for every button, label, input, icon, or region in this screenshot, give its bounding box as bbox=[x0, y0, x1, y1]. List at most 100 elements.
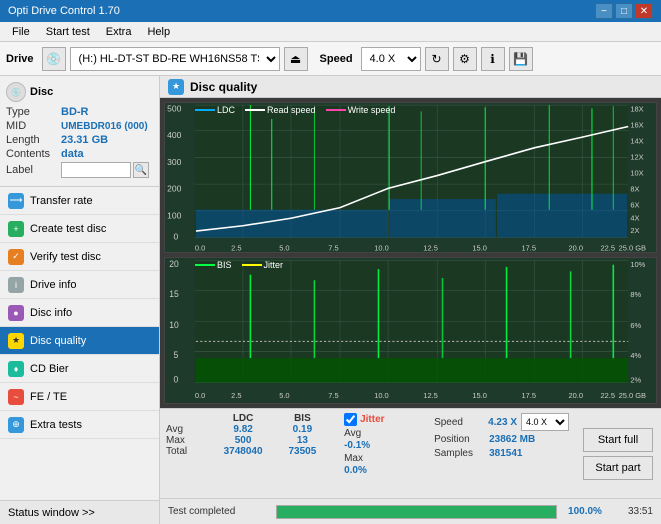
svg-text:17.5: 17.5 bbox=[522, 243, 537, 252]
toolbar: Drive 💿 (H:) HL-DT-ST BD-RE WH16NS58 TST… bbox=[0, 42, 661, 76]
progress-area: Test completed 100.0% 33:51 bbox=[160, 498, 661, 524]
sidebar-item-create-test-disc[interactable]: + Create test disc bbox=[0, 215, 159, 243]
svg-text:25.0 GB: 25.0 GB bbox=[619, 243, 646, 252]
drive-info-icon: i bbox=[8, 277, 24, 293]
jitter-color bbox=[242, 264, 262, 266]
extra-tests-icon: ⊕ bbox=[8, 417, 24, 433]
svg-text:15: 15 bbox=[169, 289, 179, 299]
start-part-button[interactable]: Start part bbox=[583, 456, 653, 480]
chart2-container: BIS Jitter bbox=[164, 257, 657, 404]
menu-extra[interactable]: Extra bbox=[98, 24, 140, 40]
total-row: Total 3748040 73505 bbox=[166, 446, 332, 457]
sidebar-item-extra-tests[interactable]: ⊕ Extra tests bbox=[0, 411, 159, 439]
drive-icon: 💿 bbox=[42, 47, 66, 71]
left-panel: 💿 Disc Type BD-R MID UMEBDR016 (000) Len… bbox=[0, 76, 160, 524]
disc-contents-value: data bbox=[61, 148, 84, 160]
start-full-button[interactable]: Start full bbox=[583, 428, 653, 452]
maximize-button[interactable]: □ bbox=[615, 3, 633, 19]
disc-length-value: 23.31 GB bbox=[61, 134, 108, 146]
disc-label-input[interactable] bbox=[61, 162, 131, 178]
disc-contents-label: Contents bbox=[6, 148, 61, 160]
jitter-max-value: 0.0% bbox=[344, 465, 422, 476]
main-layout: 💿 Disc Type BD-R MID UMEBDR016 (000) Len… bbox=[0, 76, 661, 524]
sidebar-item-verify-test-disc[interactable]: ✓ Verify test disc bbox=[0, 243, 159, 271]
speed-select-stat[interactable]: 4.0 X bbox=[521, 413, 569, 431]
disc-section: 💿 Disc Type BD-R MID UMEBDR016 (000) Len… bbox=[0, 76, 159, 187]
status-text: Test completed bbox=[168, 506, 268, 517]
speed-select[interactable]: 1.0 X2.0 X4.0 X8.0 XMax bbox=[361, 47, 421, 71]
total-ldc: 3748040 bbox=[213, 446, 272, 457]
minimize-button[interactable]: − bbox=[595, 3, 613, 19]
speed-row: Speed 4.23 X 4.0 X bbox=[434, 413, 569, 431]
svg-text:15.0: 15.0 bbox=[472, 391, 487, 400]
position-value: 23862 MB bbox=[489, 434, 535, 445]
chart2-legend: BIS Jitter bbox=[195, 260, 283, 270]
disc-length-row: Length 23.31 GB bbox=[6, 134, 153, 146]
menu-start-test[interactable]: Start test bbox=[38, 24, 98, 40]
svg-text:12X: 12X bbox=[630, 153, 643, 162]
jitter-avg-label: Avg bbox=[344, 428, 422, 439]
stats-table: LDC BIS Avg 9.82 0.19 Max bbox=[160, 409, 338, 498]
progress-bar-container bbox=[276, 505, 557, 519]
svg-text:6X: 6X bbox=[630, 201, 639, 210]
sidebar-item-drive-info[interactable]: i Drive info bbox=[0, 271, 159, 299]
svg-text:12.5: 12.5 bbox=[423, 391, 438, 400]
disc-contents-row: Contents data bbox=[6, 148, 153, 160]
total-label: Total bbox=[166, 446, 213, 457]
disc-quality-label: Disc quality bbox=[30, 335, 86, 347]
write-speed-color bbox=[326, 109, 346, 111]
samples-row: Samples 381541 bbox=[434, 448, 569, 459]
close-button[interactable]: ✕ bbox=[635, 3, 653, 19]
quality-header: ★ Disc quality bbox=[160, 76, 661, 98]
disc-type-value: BD-R bbox=[61, 106, 89, 118]
svg-text:6%: 6% bbox=[630, 321, 641, 330]
jitter-label-legend: Jitter bbox=[264, 260, 284, 270]
sidebar-item-disc-quality[interactable]: ★ Disc quality bbox=[0, 327, 159, 355]
settings-button[interactable]: ⚙ bbox=[453, 47, 477, 71]
bis-header: BIS bbox=[273, 413, 332, 424]
sidebar-item-disc-info[interactable]: ● Disc info bbox=[0, 299, 159, 327]
svg-text:100: 100 bbox=[167, 210, 181, 220]
bis-label: BIS bbox=[217, 260, 232, 270]
disc-label-button[interactable]: 🔍 bbox=[133, 162, 149, 178]
max-ldc: 500 bbox=[213, 435, 272, 446]
svg-text:12.5: 12.5 bbox=[423, 243, 438, 252]
menu-file[interactable]: File bbox=[4, 24, 38, 40]
svg-text:0: 0 bbox=[174, 232, 179, 242]
sidebar-item-cd-bier[interactable]: ♦ CD Bier bbox=[0, 355, 159, 383]
svg-text:5.0: 5.0 bbox=[279, 243, 289, 252]
sidebar-item-transfer-rate[interactable]: ⟶ Transfer rate bbox=[0, 187, 159, 215]
svg-text:20.0: 20.0 bbox=[568, 391, 583, 400]
status-window-button[interactable]: Status window >> bbox=[0, 500, 159, 524]
jitter-max-label: Max bbox=[344, 453, 422, 464]
fe-te-label: FE / TE bbox=[30, 391, 67, 403]
svg-text:2X: 2X bbox=[630, 226, 639, 235]
ldc-legend: LDC bbox=[195, 105, 235, 115]
drive-select[interactable]: (H:) HL-DT-ST BD-RE WH16NS58 TST4 bbox=[70, 47, 280, 71]
ldc-label: LDC bbox=[217, 105, 235, 115]
info-button[interactable]: ℹ bbox=[481, 47, 505, 71]
disc-label-label: Label bbox=[6, 164, 61, 176]
cd-bier-label: CD Bier bbox=[30, 363, 69, 375]
samples-value: 381541 bbox=[489, 448, 522, 459]
jitter-checkbox[interactable] bbox=[344, 413, 357, 426]
disc-mid-row: MID UMEBDR016 (000) bbox=[6, 120, 153, 132]
save-button[interactable]: 💾 bbox=[509, 47, 533, 71]
progress-bar-fill bbox=[277, 506, 556, 518]
svg-text:500: 500 bbox=[167, 104, 181, 114]
progress-percent: 100.0% bbox=[565, 506, 605, 517]
bis-legend: BIS bbox=[195, 260, 232, 270]
max-label: Max bbox=[166, 435, 213, 446]
eject-button[interactable]: ⏏ bbox=[284, 47, 308, 71]
svg-text:4X: 4X bbox=[630, 213, 639, 222]
window-controls: − □ ✕ bbox=[595, 3, 653, 19]
bis-color bbox=[195, 264, 215, 266]
max-row: Max 500 13 bbox=[166, 435, 332, 446]
menu-help[interactable]: Help bbox=[139, 24, 178, 40]
position-row: Position 23862 MB bbox=[434, 434, 569, 445]
sidebar-item-fe-te[interactable]: ~ FE / TE bbox=[0, 383, 159, 411]
transfer-rate-label: Transfer rate bbox=[30, 195, 93, 207]
refresh-button[interactable]: ↻ bbox=[425, 47, 449, 71]
create-test-disc-label: Create test disc bbox=[30, 223, 106, 235]
svg-text:7.5: 7.5 bbox=[328, 243, 338, 252]
